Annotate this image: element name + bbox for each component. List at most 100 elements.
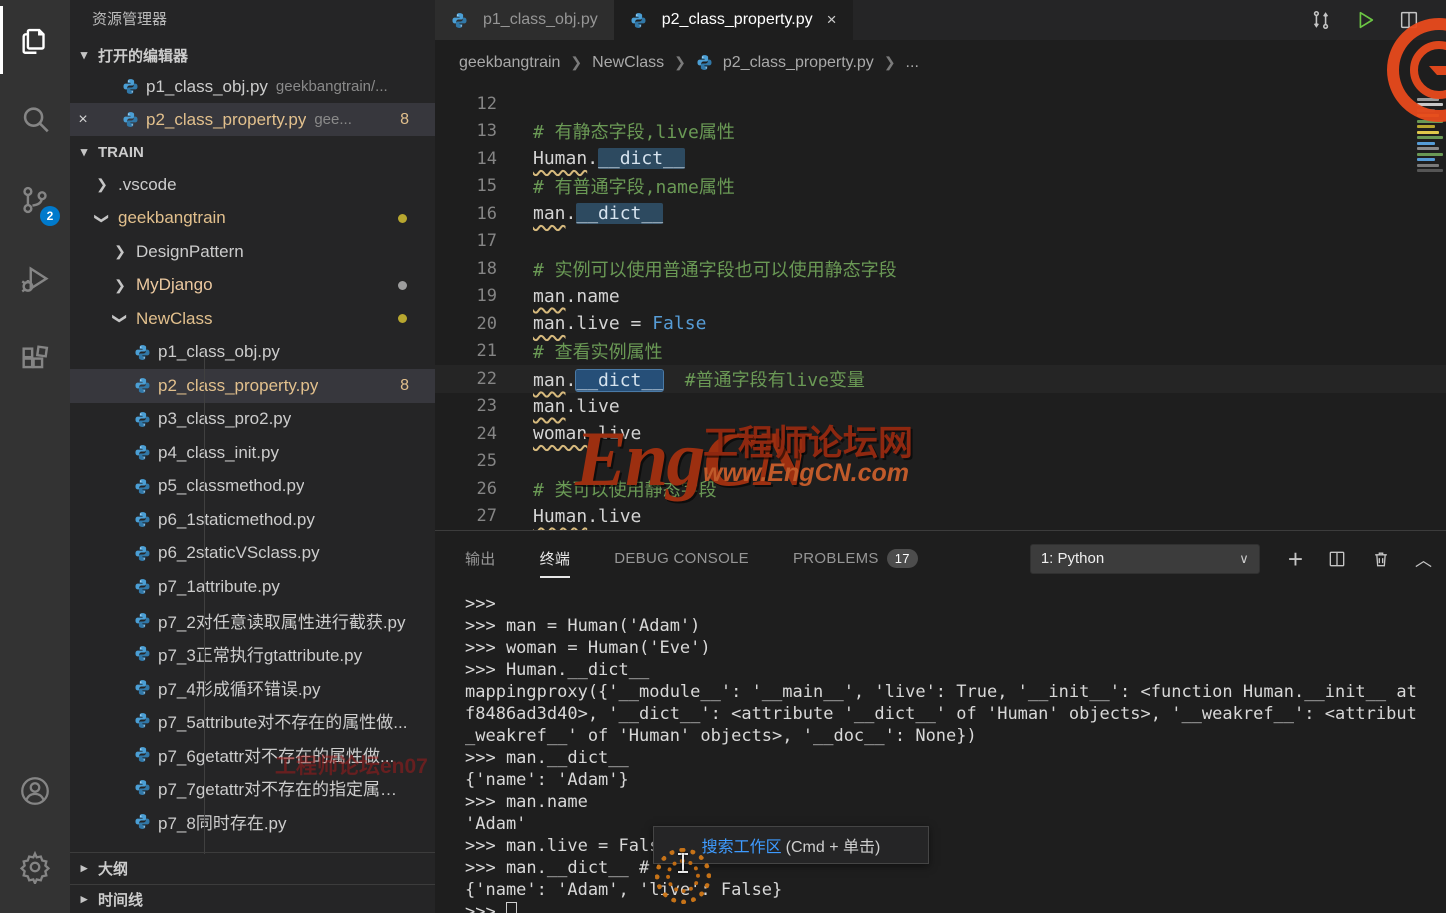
kill-terminal-icon[interactable] bbox=[1371, 549, 1391, 569]
panel-tab[interactable]: 终端 bbox=[540, 548, 571, 569]
outline-label: 大纲 bbox=[98, 858, 128, 879]
tree-item[interactable]: p7_6getattr对不存在的属性做... bbox=[70, 738, 435, 772]
terminal-line: _weakref__' of 'Human' objects>, '__doc_… bbox=[465, 725, 1446, 747]
terminal-select-value: 1: Python bbox=[1041, 550, 1104, 567]
tree-item[interactable]: p7_1attribute.py bbox=[70, 570, 435, 604]
run-debug-icon[interactable] bbox=[0, 240, 70, 320]
tree-item[interactable]: ❯DesignPattern bbox=[70, 235, 435, 269]
problems-count-badge: 8 bbox=[400, 377, 409, 395]
panel-tab[interactable]: 输出 bbox=[465, 548, 496, 569]
workspace-root-header[interactable]: ▾ TRAIN bbox=[70, 136, 435, 168]
tree-item[interactable]: ❯MyDjango bbox=[70, 269, 435, 303]
code-token: .live bbox=[587, 506, 641, 527]
breadcrumb-separator: ❯ bbox=[570, 54, 582, 71]
breadcrumb-segment[interactable]: geekbangtrain bbox=[459, 54, 560, 72]
maximize-panel-icon[interactable]: ︿ bbox=[1415, 546, 1432, 571]
minimap-line bbox=[1417, 109, 1435, 112]
terminal-line: >>> man.live = False bbox=[465, 835, 1446, 857]
tree-folder-label: DesignPattern bbox=[136, 242, 244, 262]
extensions-icon[interactable] bbox=[0, 320, 70, 400]
terminal-line: >>> woman = Human('Eve') bbox=[465, 637, 1446, 659]
terminal-line: >>> bbox=[465, 901, 1446, 913]
line-number: 19 bbox=[435, 286, 497, 306]
editor-area: p1_class_obj.pyp2_class_property.py× gee… bbox=[435, 0, 1446, 913]
tree-item[interactable]: p2_class_property.py8 bbox=[70, 369, 435, 403]
code-line: 15# 有普通字段,name属性 bbox=[435, 173, 1446, 201]
tree-item[interactable]: p6_2staticVSclass.py bbox=[70, 537, 435, 571]
terminal-select[interactable]: 1: Python ∨ bbox=[1030, 544, 1260, 574]
tree-item[interactable]: p7_5attribute对不存在的属性做... bbox=[70, 704, 435, 738]
terminal-line: >>> man.__dict__ bbox=[465, 747, 1446, 769]
explorer-icon[interactable] bbox=[0, 0, 70, 80]
tree-folder-label: NewClass bbox=[136, 309, 213, 329]
settings-gear-icon[interactable] bbox=[0, 829, 70, 905]
minimap[interactable] bbox=[1415, 95, 1446, 175]
timeline-section[interactable]: ▸ 时间线 bbox=[70, 884, 435, 913]
open-editor-item[interactable]: ×p2_class_property.pygee...8 bbox=[70, 103, 435, 136]
tree-folder-label: geekbangtrain bbox=[118, 208, 226, 228]
outline-section[interactable]: ▸ 大纲 bbox=[70, 852, 435, 883]
line-number: 21 bbox=[435, 341, 497, 361]
open-editors-header[interactable]: ▾ 打开的编辑器 bbox=[70, 40, 435, 70]
editor-tab[interactable]: p2_class_property.py× bbox=[614, 0, 853, 40]
minimap-line bbox=[1417, 169, 1443, 172]
tree-item[interactable]: ❯NewClass bbox=[70, 302, 435, 336]
code-token: # 有普通字段,name属性 bbox=[533, 177, 735, 198]
tree-file-label: p1_class_obj.py bbox=[158, 342, 280, 362]
git-modified-dot bbox=[398, 314, 407, 323]
open-changes-icon[interactable] bbox=[1310, 9, 1332, 31]
tree-item[interactable]: p5_classmethod.py bbox=[70, 470, 435, 504]
split-terminal-icon[interactable] bbox=[1327, 549, 1347, 569]
tree-file-label: p7_5attribute对不存在的属性做... bbox=[158, 708, 407, 733]
tree-item[interactable]: p7_7getattr对不存在的指定属性... bbox=[70, 771, 435, 805]
search-icon[interactable] bbox=[0, 80, 70, 160]
code-editor[interactable]: 1213# 有静态字段,live属性14Human.__dict__15# 有普… bbox=[435, 85, 1446, 530]
indent-guide bbox=[204, 349, 205, 854]
open-editor-item[interactable]: p1_class_obj.pygeekbangtrain/... bbox=[70, 70, 435, 103]
vscode-window: 2 资源管理器 bbox=[0, 0, 1446, 913]
new-terminal-icon[interactable]: + bbox=[1288, 549, 1303, 569]
code-line: 22man.__dict__ #普通字段有live变量 bbox=[435, 365, 1446, 393]
tooltip-link[interactable]: 搜索工作区 bbox=[702, 833, 782, 857]
minimap-line bbox=[1417, 147, 1439, 150]
code-token: # 类可以使用静态字段 bbox=[533, 480, 717, 501]
python-icon bbox=[134, 779, 151, 796]
tree-file-label: p7_2对任意读取属性进行截获.py bbox=[158, 608, 406, 633]
tab-close-icon[interactable]: × bbox=[827, 10, 837, 30]
tree-item[interactable]: p7_8同时存在.py bbox=[70, 805, 435, 839]
tree-item[interactable]: p4_class_init.py bbox=[70, 436, 435, 470]
panel-tab-label: 终端 bbox=[540, 548, 571, 569]
tree-item[interactable]: ❯geekbangtrain bbox=[70, 202, 435, 236]
code-token: __dict__ bbox=[598, 148, 685, 169]
source-control-icon[interactable]: 2 bbox=[0, 160, 70, 240]
tree-item[interactable]: p3_class_pro2.py bbox=[70, 403, 435, 437]
code-token: #普通字段有live变量 bbox=[685, 370, 865, 391]
breadcrumb-segment[interactable]: p2_class_property.py bbox=[723, 54, 874, 72]
panel-tab[interactable]: DEBUG CONSOLE bbox=[614, 548, 749, 569]
code-token: # 实例可以使用普通字段也可以使用静态字段 bbox=[533, 260, 897, 281]
tree-item[interactable]: p7_4形成循环错误.py bbox=[70, 671, 435, 705]
tree-item[interactable]: ❯.vscode bbox=[70, 168, 435, 202]
terminal-line: >>> man.name bbox=[465, 791, 1446, 813]
split-editor-icon[interactable] bbox=[1398, 9, 1420, 31]
tree-item[interactable]: p1_class_obj.py bbox=[70, 336, 435, 370]
tree-file-label: p6_1staticmethod.py bbox=[158, 510, 315, 530]
python-icon bbox=[134, 612, 151, 629]
minimap-line bbox=[1417, 131, 1439, 134]
close-icon[interactable]: × bbox=[70, 111, 96, 129]
python-icon bbox=[134, 511, 151, 528]
tree-item[interactable]: p6_1staticmethod.py bbox=[70, 503, 435, 537]
tree-item[interactable]: p7_2对任意读取属性进行截获.py bbox=[70, 604, 435, 638]
breadcrumb-segment[interactable]: ... bbox=[906, 54, 919, 72]
breadcrumb-segment[interactable]: NewClass bbox=[592, 54, 664, 72]
panel-tab-label: 输出 bbox=[465, 548, 496, 569]
editor-tab[interactable]: p1_class_obj.py bbox=[435, 0, 614, 40]
account-icon[interactable] bbox=[0, 753, 70, 829]
tree-item[interactable]: p7_3正常执行gtattribute.py bbox=[70, 637, 435, 671]
python-icon bbox=[134, 478, 151, 495]
terminal[interactable]: >>>>>> man = Human('Adam')>>> woman = Hu… bbox=[465, 593, 1446, 913]
run-file-icon[interactable] bbox=[1354, 9, 1376, 31]
panel-tab[interactable]: PROBLEMS17 bbox=[793, 548, 918, 569]
code-token: # 查看实例属性 bbox=[533, 342, 663, 363]
panel-tab-label: DEBUG CONSOLE bbox=[614, 550, 749, 567]
